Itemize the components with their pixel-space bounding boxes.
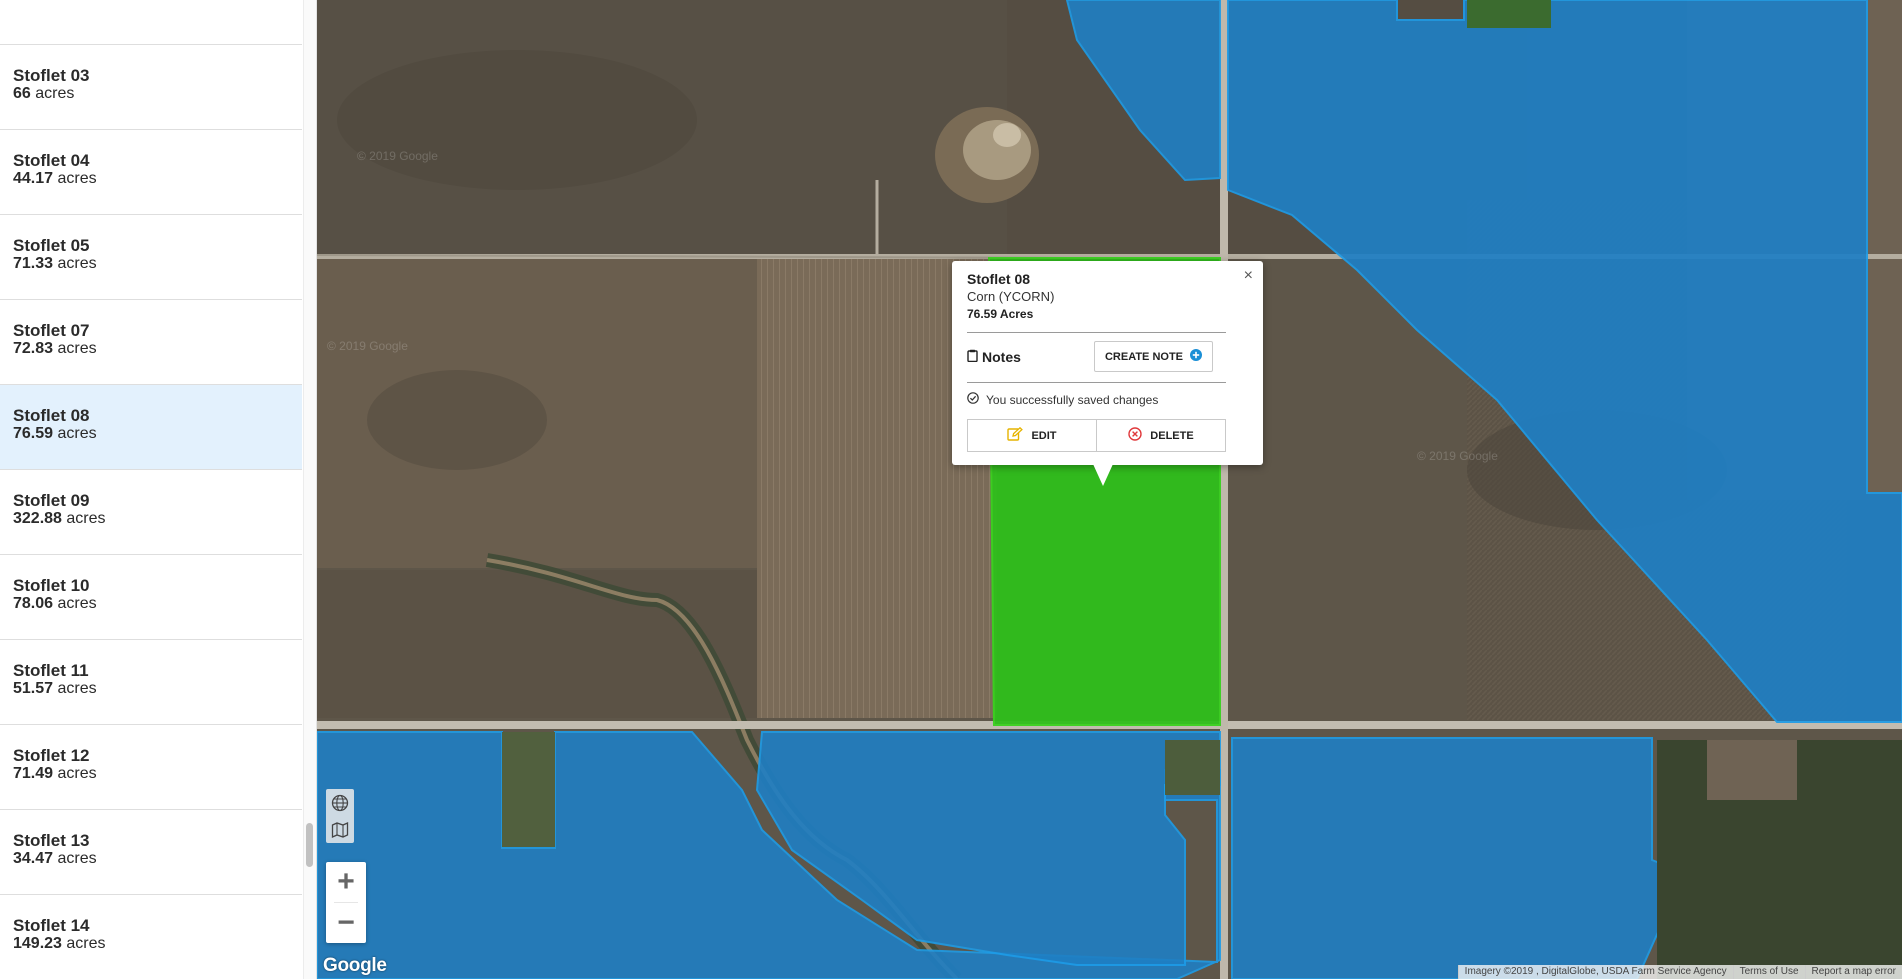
field-acres-value: 72.83	[13, 340, 54, 357]
field-list: 114.2 acresStoflet 0366 acresStoflet 044…	[0, 0, 302, 979]
field-list-item[interactable]: Stoflet 11 51.57 acres	[0, 640, 302, 725]
save-status: You successfully saved changes	[967, 392, 1158, 407]
field-acres-value: 51.57	[13, 680, 54, 697]
globe-icon[interactable]	[326, 789, 354, 816]
field-acres-unit: acres	[57, 425, 97, 442]
google-logo: Google	[323, 955, 387, 976]
popup-actions: EDIT DELETE	[967, 419, 1226, 452]
map-watermark: © 2019 Google	[327, 339, 408, 353]
map-attribution: Imagery ©2019 , DigitalGlobe, USDA Farm …	[1457, 965, 1902, 979]
popup-field-name: Stoflet 08	[967, 271, 1031, 287]
field-acres-unit: acres	[57, 850, 97, 867]
field-acres-unit: acres	[57, 255, 97, 272]
field-name: Stoflet 09	[13, 491, 90, 510]
field-acres-unit: acres	[57, 765, 97, 782]
field-acres-value: 44.17	[13, 170, 54, 187]
field-name: Stoflet 05	[13, 236, 90, 255]
map-icon[interactable]	[326, 816, 354, 843]
status-message: You successfully saved changes	[986, 392, 1159, 407]
close-icon[interactable]: ×	[1244, 267, 1253, 285]
check-circle-icon	[967, 392, 979, 407]
create-note-button[interactable]: CREATE NOTE	[1094, 341, 1213, 372]
field-acres: 51.57 acres	[13, 680, 302, 698]
edit-label: EDIT	[1031, 429, 1057, 442]
field-acres: 34.47 acres	[13, 850, 302, 868]
field-list-item[interactable]: Stoflet 04 44.17 acres	[0, 130, 302, 215]
field-sidebar: 114.2 acresStoflet 0366 acresStoflet 044…	[0, 0, 317, 979]
field-acres-unit: acres	[57, 595, 97, 612]
field-list-item[interactable]: Stoflet 05 71.33 acres	[0, 215, 302, 300]
field-name: Stoflet 11	[13, 661, 89, 680]
field-acres: 149.23 acres	[13, 935, 302, 953]
field-acres-value: 34.47	[13, 850, 54, 867]
field-acres-value: 322.88	[13, 510, 62, 527]
field-list-item[interactable]: Stoflet 14 149.23 acres	[0, 895, 302, 979]
create-note-label: CREATE NOTE	[1104, 350, 1184, 363]
field-name: Stoflet 07	[13, 321, 90, 340]
field-acres-value: 71.49	[13, 765, 54, 782]
field-acres: 71.49 acres	[13, 765, 302, 783]
field-info-popup: × Stoflet 08 Corn (YCORN) 76.59 Acres No…	[952, 261, 1263, 486]
field-acres-unit: acres	[35, 85, 75, 102]
field-acres: 322.88 acres	[13, 510, 302, 528]
zoom-in-button[interactable]: +	[326, 862, 366, 902]
divider	[967, 332, 1226, 333]
field-name: Stoflet 04	[13, 151, 90, 170]
field-acres-unit: acres	[57, 680, 97, 697]
field-acres-value: 76.59	[13, 425, 54, 442]
plus-circle-icon	[1190, 349, 1203, 364]
edit-icon	[1007, 426, 1024, 444]
delete-button[interactable]: DELETE	[1096, 420, 1225, 451]
field-acres-value: 78.06	[13, 595, 54, 612]
map-watermark: © 2019 Google	[357, 149, 438, 163]
field-acres-value: 149.23	[13, 935, 62, 952]
field-list-item[interactable]: Stoflet 09 322.88 acres	[0, 470, 302, 555]
field-name: Stoflet 10	[13, 576, 90, 595]
imagery-credit: Imagery ©2019 , DigitalGlobe, USDA Farm …	[1457, 965, 1733, 979]
field-acres-unit: acres	[66, 935, 106, 952]
popup-crop: Corn (YCORN)	[967, 289, 1055, 304]
field-acres-value: 66	[13, 85, 31, 102]
field-acres-unit: acres	[57, 170, 97, 187]
popup-pointer	[1093, 464, 1113, 486]
scrollbar-thumb[interactable]	[306, 823, 313, 867]
edit-button[interactable]: EDIT	[968, 420, 1096, 451]
field-acres-unit: acres	[66, 510, 106, 527]
zoom-control: + −	[326, 862, 366, 943]
popup-acres: 76.59 Acres	[967, 307, 1034, 321]
map-watermark: © 2019 Google	[1417, 449, 1498, 463]
delete-icon	[1128, 427, 1142, 444]
field-list-item[interactable]: 114.2 acres	[0, 0, 302, 45]
delete-label: DELETE	[1150, 429, 1194, 442]
satellite-imagery: © 2019 Google © 2019 Google © 2019 Googl…	[317, 0, 1902, 979]
divider	[967, 382, 1226, 383]
field-name: Stoflet 08	[13, 406, 90, 425]
field-list-item[interactable]: Stoflet 03 66 acres	[0, 45, 302, 130]
field-list-item[interactable]: Stoflet 10 78.06 acres	[0, 555, 302, 640]
field-acres-unit: acres	[57, 340, 97, 357]
field-acres: 78.06 acres	[13, 595, 302, 613]
field-acres: 71.33 acres	[13, 255, 302, 273]
clipboard-icon	[967, 349, 978, 365]
field-acres: 44.17 acres	[13, 170, 302, 188]
field-acres: 76.59 acres	[13, 425, 302, 443]
terms-of-use-link[interactable]: Terms of Use	[1732, 965, 1805, 979]
field-list-item[interactable]: Stoflet 12 71.49 acres	[0, 725, 302, 810]
report-map-error-link[interactable]: Report a map error	[1804, 965, 1902, 979]
field-name: Stoflet 03	[13, 66, 90, 85]
field-acres-value: 71.33	[13, 255, 54, 272]
notes-label: Notes	[982, 349, 1021, 365]
field-name: Stoflet 12	[13, 746, 90, 765]
map-view[interactable]: © 2019 Google © 2019 Google © 2019 Googl…	[317, 0, 1902, 979]
field-acres: 66 acres	[13, 85, 302, 103]
field-list-item[interactable]: Stoflet 13 34.47 acres	[0, 810, 302, 895]
field-name: Stoflet 14	[13, 916, 90, 935]
map-type-control	[326, 789, 354, 843]
field-list-item[interactable]: Stoflet 08 76.59 acres	[0, 385, 302, 470]
field-acres: 72.83 acres	[13, 340, 302, 358]
zoom-out-button[interactable]: −	[326, 903, 366, 943]
field-list-item[interactable]: Stoflet 07 72.83 acres	[0, 300, 302, 385]
notes-header: Notes	[967, 349, 1021, 365]
field-name: Stoflet 13	[13, 831, 90, 850]
